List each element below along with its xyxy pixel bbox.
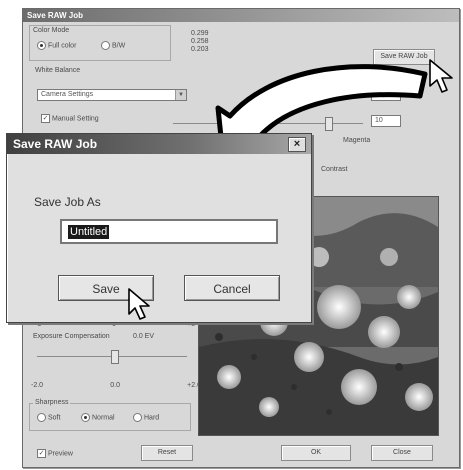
save-job-as-label: Save Job As — [34, 195, 101, 209]
cancel-button[interactable]: Cancel — [184, 275, 280, 301]
exposure-ticks: -2.0 0.0 +2.0 — [31, 382, 201, 389]
radio-icon — [101, 41, 110, 50]
exposure-label: Exposure Compensation — [33, 333, 110, 340]
white-balance-label: White Balance — [35, 67, 81, 74]
histogram-values: 0.299 0.258 0.203 — [191, 30, 209, 53]
sharpness-label: Sharpness — [33, 399, 71, 406]
manual-setting-checkbox[interactable]: ✓ Manual Setting — [41, 114, 99, 123]
background-window-title: Save RAW Job — [23, 9, 459, 22]
exposure-slider-thumb[interactable] — [111, 350, 119, 364]
reset-button[interactable]: Reset — [141, 445, 193, 461]
close-icon[interactable]: × — [288, 137, 306, 152]
dialog-title: Save RAW Job — [13, 137, 98, 151]
full-color-radio[interactable]: Full color — [37, 41, 76, 50]
close-button[interactable]: Close — [371, 445, 433, 461]
sharpness-soft-radio[interactable]: Soft — [37, 413, 60, 422]
radio-icon — [133, 413, 142, 422]
mouse-pointer-icon — [128, 288, 150, 320]
mouse-pointer-icon — [429, 59, 453, 93]
save-raw-job-dialog: Save RAW Job × Save Job As Untitled Save… — [6, 133, 312, 323]
job-name-input[interactable]: Untitled — [60, 219, 278, 244]
ok-button[interactable]: OK — [281, 445, 351, 461]
checkbox-checked-icon: ✓ — [37, 449, 46, 458]
sharpness-hard-radio[interactable]: Hard — [133, 413, 159, 422]
radio-selected-icon — [37, 41, 46, 50]
color-mode-label: Color Mode — [33, 27, 70, 34]
sharpness-normal-radio[interactable]: Normal — [81, 413, 115, 422]
job-name-selected-text: Untitled — [68, 225, 110, 239]
checkbox-checked-icon: ✓ — [41, 114, 50, 123]
exposure-value: 0.0 EV — [133, 333, 155, 340]
dialog-titlebar: Save RAW Job × — [7, 134, 311, 154]
preview-checkbox[interactable]: ✓ Preview — [37, 449, 73, 458]
radio-icon — [37, 413, 46, 422]
radio-selected-icon — [81, 413, 90, 422]
white-balance-select[interactable]: Camera Settings ▼ — [37, 89, 187, 101]
bw-radio[interactable]: B/W — [101, 41, 125, 50]
